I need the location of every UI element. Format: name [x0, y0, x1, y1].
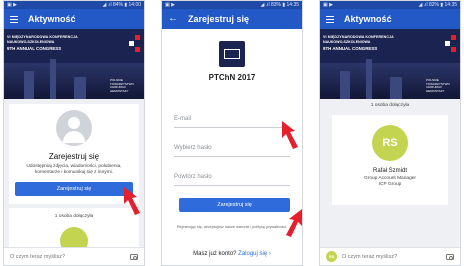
logo-square: [451, 47, 456, 52]
joined-count: 1 osoba dołączyła: [370, 103, 410, 108]
status-right: ◢ .ıl 82% ▮ 14:35: [418, 2, 457, 8]
banner-tag: POLSKIE TOWARZYSTWO CHIRURGII HEMOSTAZY: [110, 78, 134, 93]
page-title: Aktywność: [28, 14, 76, 24]
congress-banner: VI MIĘDZYNARODOWA KONFERENCJA NAUKOWO-SZ…: [320, 29, 460, 99]
status-left: ▣ ▶: [7, 2, 17, 8]
screen-register: ▣ ▶ ◢ .ıl 83% ▮ 14:35 ← Zarejestruj się …: [161, 0, 303, 266]
screen-activity-signup: ▣ ▶ ◢ .ıl 84% ▮ 14:00 Aktywność VI MIĘDZ…: [3, 0, 145, 266]
terms-note: Rejestrując się, akceptujesz nasze warun…: [176, 225, 288, 229]
status-right: ◢ .ıl 83% ▮ 14:35: [260, 2, 299, 8]
event-logo: [219, 41, 245, 67]
placeholder-avatar: [56, 110, 92, 146]
composer-bar: O czym teraz myślisz?: [4, 247, 144, 265]
camera-icon[interactable]: [446, 253, 454, 260]
login-question: Masz już konto?: [193, 251, 237, 257]
login-link[interactable]: Zaloguj się ›: [238, 251, 271, 257]
banner-line-2: NAUKOWO-SZKOLENIOWA: [7, 40, 55, 44]
composer-input[interactable]: O czym teraz myślisz?: [342, 254, 441, 260]
banner-line-1: VI MIĘDZYNARODOWA KONFERENCJA: [7, 35, 78, 39]
email-field[interactable]: E-mail: [174, 116, 290, 128]
building-shape: [366, 59, 372, 99]
joined-count: 1 osoba dołączyła: [54, 214, 94, 219]
building-shape: [74, 77, 86, 99]
member-role: Group Account Manager: [364, 176, 416, 181]
logo-square: [451, 35, 456, 40]
logo-square: [135, 35, 140, 40]
camera-icon[interactable]: [130, 253, 138, 260]
building-shape: [50, 59, 56, 99]
building-shape: [390, 77, 402, 99]
member-card[interactable]: RS Rafał Szmidt Group Account Manager IC…: [332, 115, 448, 205]
menu-icon[interactable]: [10, 15, 18, 23]
status-bar: ▣ ▶ ◢ .ıl 83% ▮ 14:35: [162, 1, 302, 9]
register-button[interactable]: Zarejestruj się: [179, 198, 290, 212]
composer-avatar: RS: [326, 251, 337, 262]
logo-square: [129, 41, 134, 46]
logo-square: [135, 47, 140, 52]
menu-icon[interactable]: [326, 15, 334, 23]
status-right: ◢ .ıl 84% ▮ 14:00: [102, 2, 141, 8]
composer-input[interactable]: O czym teraz myślisz?: [10, 254, 125, 260]
event-name: PTChN 2017: [208, 73, 256, 82]
banner-tag: POLSKIE TOWARZYSTWO CHIRURGII HEMOSTAZY: [426, 78, 450, 93]
status-bar: ▣ ▶ ◢ .ıl 82% ▮ 14:35: [320, 1, 460, 9]
composer-bar: RS O czym teraz myślisz?: [320, 247, 460, 265]
banner-line-1: VI MIĘDZYNARODOWA KONFERENCJA: [323, 35, 394, 39]
signup-title: Zarejestruj się: [48, 152, 100, 161]
back-arrow-icon[interactable]: ←: [168, 14, 178, 24]
screen-activity-member: ▣ ▶ ◢ .ıl 82% ▮ 14:35 Aktywność VI MIĘDZ…: [319, 0, 461, 266]
status-left: ▣ ▶: [165, 2, 175, 8]
status-left: ▣ ▶: [323, 2, 333, 8]
page-title: Zarejestruj się: [188, 14, 250, 24]
status-bar: ▣ ▶ ◢ .ıl 84% ▮ 14:00: [4, 1, 144, 9]
password-field[interactable]: Wybierz hasło: [174, 145, 290, 157]
member-name: Rafał Szmidt: [372, 168, 407, 174]
member-avatar: RS: [372, 125, 408, 161]
banner-line-3: 9TH ANNUAL CONGRESS: [323, 46, 378, 51]
repeat-password-field[interactable]: Powtórz hasło: [174, 174, 290, 186]
signup-subtitle: Udostępniaj zdjęcia, wiadomości, polubie…: [26, 164, 122, 175]
signup-button[interactable]: Zarejestruj się: [15, 182, 133, 196]
congress-banner: VI MIĘDZYNARODOWA KONFERENCJA NAUKOWO-SZ…: [4, 29, 144, 99]
logo-frame: [224, 49, 240, 59]
app-bar: Aktywność: [4, 9, 144, 29]
building-shape: [24, 71, 34, 99]
logo-square: [445, 41, 450, 46]
app-bar: Aktywność: [320, 9, 460, 29]
building-shape: [340, 71, 350, 99]
login-prompt: Masz już konto? Zaloguj się ›: [162, 251, 302, 257]
banner-line-3: 9TH ANNUAL CONGRESS: [7, 46, 62, 51]
member-company: ICP Group: [378, 182, 402, 187]
page-title: Aktywność: [344, 14, 392, 24]
signup-card: Zarejestruj się Udostępniaj zdjęcia, wia…: [9, 104, 139, 204]
banner-line-2: NAUKOWO-SZKOLENIOWA: [323, 40, 371, 44]
app-bar: ← Zarejestruj się: [162, 9, 302, 29]
